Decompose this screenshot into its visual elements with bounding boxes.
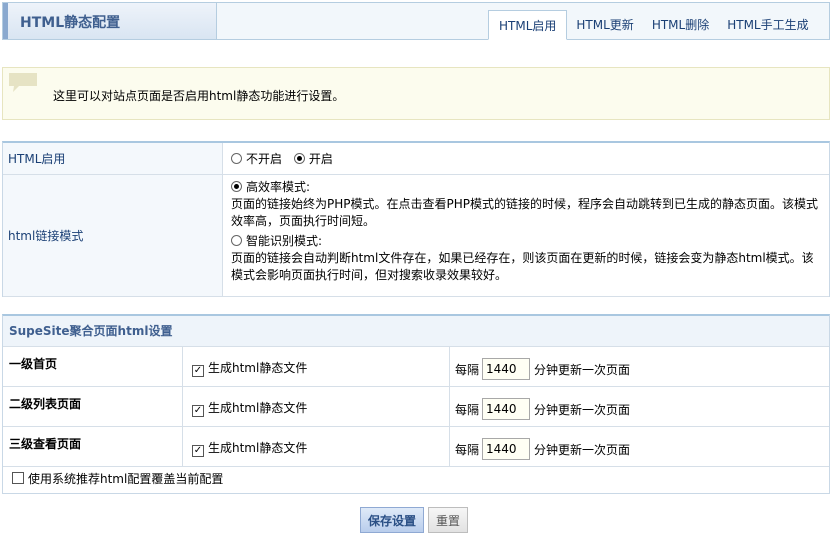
- generate-html-checkbox-row[interactable]: ✓ 生成html静态文件: [183, 387, 450, 426]
- radio-enable[interactable]: 开启: [293, 152, 333, 166]
- interval-input[interactable]: [482, 358, 531, 380]
- page-header: HTML静态配置 HTML启用 HTML更新 HTML删除 HTML手工生成: [2, 2, 830, 40]
- interval-cell: 每隔 分钟更新一次页面: [450, 387, 829, 426]
- link-mode-options: 高效率模式: 页面的链接始终为PHP模式。在点击查看PHP模式的链接的时候，程序…: [223, 175, 829, 296]
- tab-html-delete[interactable]: HTML删除: [643, 11, 718, 39]
- form-buttons: 保存设置 重置: [360, 507, 469, 533]
- table-row: 二级列表页面 ✓ 生成html静态文件 每隔 分钟更新一次页面: [3, 387, 829, 427]
- radio-smart-circle[interactable]: [231, 235, 242, 246]
- html-enable-row: HTML启用 不开启 开启: [3, 143, 829, 175]
- row-name: 一级首页: [3, 347, 183, 386]
- reset-button[interactable]: 重置: [428, 507, 469, 533]
- table-row: 三级查看页面 ✓ 生成html静态文件 每隔 分钟更新一次页面: [3, 427, 829, 467]
- efficient-mode-desc: 页面的链接始终为PHP模式。在点击查看PHP模式的链接的时候，程序会自动跳转到已…: [231, 197, 818, 228]
- checkbox-label: 生成html静态文件: [208, 441, 308, 455]
- radio-disable[interactable]: 不开启: [231, 152, 282, 166]
- tab-bar: HTML启用 HTML更新 HTML删除 HTML手工生成: [488, 10, 818, 40]
- link-mode-row: html链接模式 高效率模式: 页面的链接始终为PHP模式。在点击查看PHP模式…: [3, 175, 829, 297]
- tab-html-manual-generate[interactable]: HTML手工生成: [718, 11, 817, 39]
- smart-mode-label: 智能识别模式:: [246, 234, 323, 248]
- aggregate-title: SupeSite聚合页面html设置: [3, 316, 829, 347]
- checkbox-checked-icon[interactable]: ✓: [192, 445, 204, 457]
- aggregate-settings-table: SupeSite聚合页面html设置 一级首页 ✓ 生成html静态文件 每隔 分…: [2, 314, 830, 494]
- tab-html-enable[interactable]: HTML启用: [488, 10, 568, 40]
- row-name: 二级列表页面: [3, 387, 183, 426]
- interval-suffix: 分钟更新一次页面: [534, 442, 631, 457]
- override-config-checkbox-row[interactable]: 使用系统推荐html配置覆盖当前配置: [3, 467, 829, 493]
- generate-html-checkbox-row[interactable]: ✓ 生成html静态文件: [183, 427, 450, 466]
- header-title-area: HTML静态配置: [3, 3, 217, 39]
- html-enable-options: 不开启 开启: [223, 143, 829, 174]
- interval-prefix: 每隔: [455, 442, 480, 457]
- checkbox-checked-icon[interactable]: ✓: [192, 365, 204, 377]
- radio-efficient-mode[interactable]: 高效率模式:: [231, 179, 821, 196]
- link-mode-label: html链接模式: [3, 175, 223, 296]
- checkbox-checked-icon[interactable]: ✓: [192, 405, 204, 417]
- radio-enable-circle[interactable]: [293, 153, 305, 164]
- interval-prefix: 每隔: [455, 402, 480, 417]
- interval-prefix: 每隔: [455, 362, 480, 377]
- checkbox-label: 生成html静态文件: [208, 361, 308, 375]
- interval-cell: 每隔 分钟更新一次页面: [450, 347, 829, 386]
- radio-disable-label: 不开启: [246, 152, 283, 166]
- speech-bubble-icon: [9, 73, 37, 92]
- row-name: 三级查看页面: [3, 427, 183, 466]
- radio-smart-mode[interactable]: 智能识别模式:: [231, 233, 821, 250]
- interval-suffix: 分钟更新一次页面: [534, 362, 631, 377]
- save-button[interactable]: 保存设置: [360, 507, 425, 533]
- page-title: HTML静态配置: [20, 15, 121, 31]
- tab-html-update[interactable]: HTML更新: [567, 11, 642, 39]
- interval-input[interactable]: [482, 398, 531, 420]
- radio-efficient-circle[interactable]: [231, 181, 242, 192]
- html-settings-table: HTML启用 不开启 开启 html链接模式 高效率模式: 页面的链接始终为PH…: [2, 141, 830, 297]
- generate-html-checkbox-row[interactable]: ✓ 生成html静态文件: [183, 347, 450, 386]
- interval-input[interactable]: [482, 438, 531, 460]
- info-text: 这里可以对站点页面是否启用html静态功能进行设置。: [53, 89, 345, 103]
- override-config-label: 使用系统推荐html配置覆盖当前配置: [28, 472, 224, 486]
- smart-mode-desc: 页面的链接会自动判断html文件存在，如果已经存在，则该页面在更新的时候，链接会…: [231, 251, 814, 282]
- html-enable-label: HTML启用: [3, 143, 223, 174]
- radio-enable-label: 开启: [308, 152, 333, 166]
- checkbox-label: 生成html静态文件: [208, 401, 308, 415]
- radio-disable-circle[interactable]: [231, 153, 242, 164]
- checkbox-unchecked-icon[interactable]: [12, 472, 24, 484]
- interval-suffix: 分钟更新一次页面: [534, 402, 631, 417]
- efficient-mode-label: 高效率模式:: [246, 180, 311, 194]
- interval-cell: 每隔 分钟更新一次页面: [450, 427, 829, 466]
- table-row: 一级首页 ✓ 生成html静态文件 每隔 分钟更新一次页面: [3, 347, 829, 387]
- info-bar: 这里可以对站点页面是否启用html静态功能进行设置。: [2, 67, 830, 120]
